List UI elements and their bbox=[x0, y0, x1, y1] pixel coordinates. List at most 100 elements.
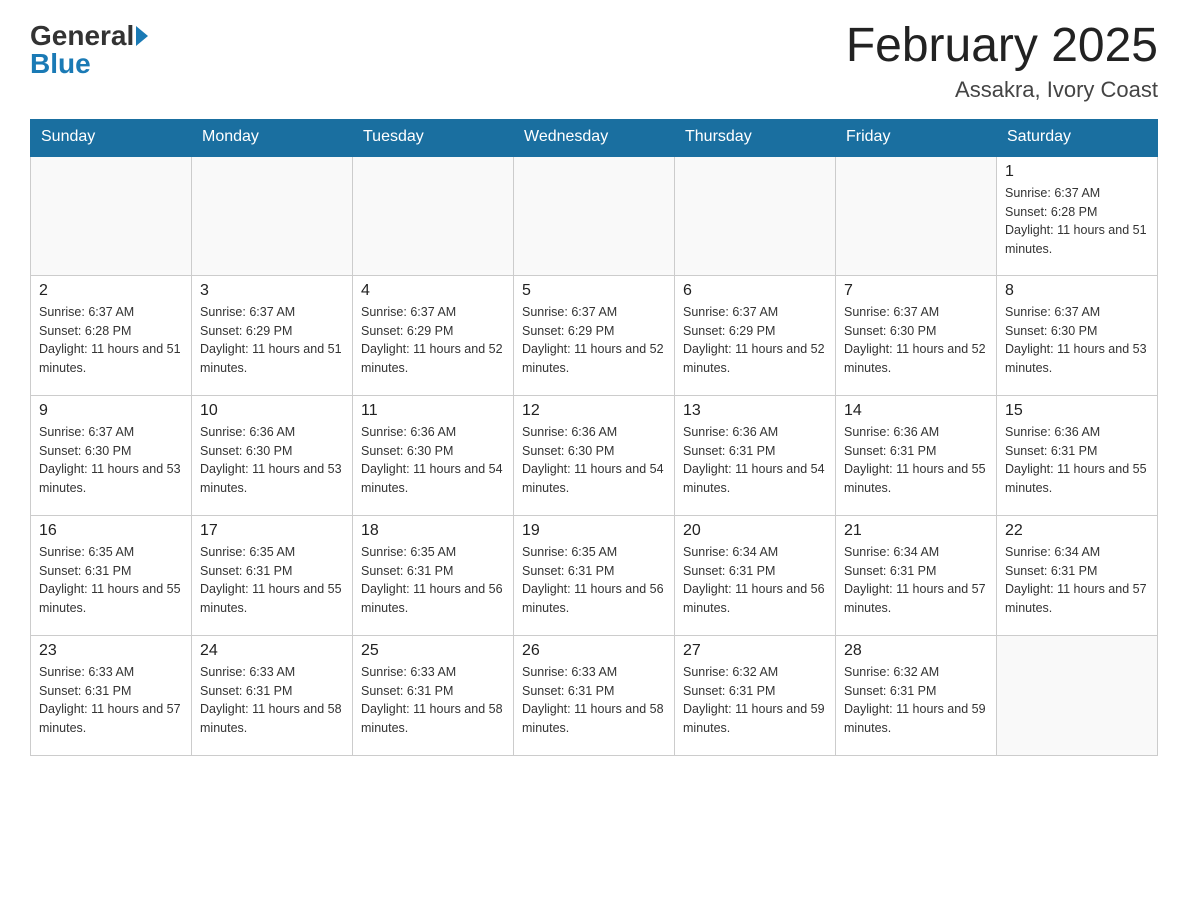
sun-info: Sunrise: 6:35 AM Sunset: 6:31 PM Dayligh… bbox=[522, 543, 666, 618]
day-number: 7 bbox=[844, 282, 988, 300]
sun-info: Sunrise: 6:34 AM Sunset: 6:31 PM Dayligh… bbox=[683, 543, 827, 618]
calendar-cell bbox=[353, 155, 514, 275]
sun-info: Sunrise: 6:34 AM Sunset: 6:31 PM Dayligh… bbox=[844, 543, 988, 618]
weekday-header-sunday: Sunday bbox=[31, 119, 192, 155]
calendar-cell: 21 Sunrise: 6:34 AM Sunset: 6:31 PM Dayli… bbox=[836, 515, 997, 635]
sun-info: Sunrise: 6:32 AM Sunset: 6:31 PM Dayligh… bbox=[683, 663, 827, 738]
day-number: 19 bbox=[522, 522, 666, 540]
weekday-header-saturday: Saturday bbox=[997, 119, 1158, 155]
day-number: 15 bbox=[1005, 402, 1149, 420]
weekday-header-thursday: Thursday bbox=[675, 119, 836, 155]
sun-info: Sunrise: 6:33 AM Sunset: 6:31 PM Dayligh… bbox=[39, 663, 183, 738]
day-number: 25 bbox=[361, 642, 505, 660]
day-number: 27 bbox=[683, 642, 827, 660]
weekday-header-monday: Monday bbox=[192, 119, 353, 155]
day-number: 10 bbox=[200, 402, 344, 420]
calendar-cell: 27 Sunrise: 6:32 AM Sunset: 6:31 PM Dayli… bbox=[675, 635, 836, 755]
sun-info: Sunrise: 6:34 AM Sunset: 6:31 PM Dayligh… bbox=[1005, 543, 1149, 618]
calendar-cell: 5 Sunrise: 6:37 AM Sunset: 6:29 PM Daylig… bbox=[514, 275, 675, 395]
calendar-cell: 28Sunrise: 6:32 AM Sunset: 6:31 PM Dayli… bbox=[836, 635, 997, 755]
sun-info: Sunrise: 6:36 AM Sunset: 6:30 PM Dayligh… bbox=[200, 423, 344, 498]
calendar-cell bbox=[675, 155, 836, 275]
calendar-cell: 13Sunrise: 6:36 AM Sunset: 6:31 PM Dayli… bbox=[675, 395, 836, 515]
calendar-cell: 1 Sunrise: 6:37 AM Sunset: 6:28 PM Daylig… bbox=[997, 155, 1158, 275]
calendar-cell: 10 Sunrise: 6:36 AM Sunset: 6:30 PM Dayli… bbox=[192, 395, 353, 515]
calendar-cell: 3 Sunrise: 6:37 AM Sunset: 6:29 PM Daylig… bbox=[192, 275, 353, 395]
calendar-week-row: 23 Sunrise: 6:33 AM Sunset: 6:31 PM Dayli… bbox=[31, 635, 1158, 755]
sun-info: Sunrise: 6:37 AM Sunset: 6:28 PM Dayligh… bbox=[1005, 184, 1149, 259]
calendar-cell: 16 Sunrise: 6:35 AM Sunset: 6:31 PM Dayli… bbox=[31, 515, 192, 635]
calendar-cell: 6 Sunrise: 6:37 AM Sunset: 6:29 PM Daylig… bbox=[675, 275, 836, 395]
sun-info: Sunrise: 6:37 AM Sunset: 6:28 PM Dayligh… bbox=[39, 303, 183, 378]
weekday-header-tuesday: Tuesday bbox=[353, 119, 514, 155]
calendar-cell: 7Sunrise: 6:37 AM Sunset: 6:30 PM Daylig… bbox=[836, 275, 997, 395]
sun-info: Sunrise: 6:37 AM Sunset: 6:29 PM Dayligh… bbox=[522, 303, 666, 378]
sun-info: Sunrise: 6:32 AM Sunset: 6:31 PM Dayligh… bbox=[844, 663, 988, 738]
weekday-header-friday: Friday bbox=[836, 119, 997, 155]
day-number: 12 bbox=[522, 402, 666, 420]
calendar-cell: 22Sunrise: 6:34 AM Sunset: 6:31 PM Dayli… bbox=[997, 515, 1158, 635]
calendar-cell: 25 Sunrise: 6:33 AM Sunset: 6:31 PM Dayli… bbox=[353, 635, 514, 755]
calendar-cell: 11 Sunrise: 6:36 AM Sunset: 6:30 PM Dayli… bbox=[353, 395, 514, 515]
calendar-week-row: 1 Sunrise: 6:37 AM Sunset: 6:28 PM Daylig… bbox=[31, 155, 1158, 275]
calendar-cell bbox=[514, 155, 675, 275]
day-number: 2 bbox=[39, 282, 183, 300]
weekday-header-wednesday: Wednesday bbox=[514, 119, 675, 155]
calendar-cell: 26 Sunrise: 6:33 AM Sunset: 6:31 PM Dayli… bbox=[514, 635, 675, 755]
sun-info: Sunrise: 6:35 AM Sunset: 6:31 PM Dayligh… bbox=[361, 543, 505, 618]
day-number: 16 bbox=[39, 522, 183, 540]
calendar-cell: 9 Sunrise: 6:37 AM Sunset: 6:30 PM Daylig… bbox=[31, 395, 192, 515]
sun-info: Sunrise: 6:37 AM Sunset: 6:30 PM Dayligh… bbox=[1005, 303, 1149, 378]
calendar-table: SundayMondayTuesdayWednesdayThursdayFrid… bbox=[30, 119, 1158, 756]
calendar-cell: 20 Sunrise: 6:34 AM Sunset: 6:31 PM Dayli… bbox=[675, 515, 836, 635]
day-number: 4 bbox=[361, 282, 505, 300]
calendar-cell: 4Sunrise: 6:37 AM Sunset: 6:29 PM Daylig… bbox=[353, 275, 514, 395]
day-number: 14 bbox=[844, 402, 988, 420]
calendar-cell bbox=[836, 155, 997, 275]
calendar-cell bbox=[31, 155, 192, 275]
logo-arrow-icon bbox=[136, 26, 148, 46]
sun-info: Sunrise: 6:37 AM Sunset: 6:29 PM Dayligh… bbox=[200, 303, 344, 378]
calendar-cell: 17Sunrise: 6:35 AM Sunset: 6:31 PM Dayli… bbox=[192, 515, 353, 635]
sun-info: Sunrise: 6:37 AM Sunset: 6:29 PM Dayligh… bbox=[683, 303, 827, 378]
calendar-cell: 2 Sunrise: 6:37 AM Sunset: 6:28 PM Daylig… bbox=[31, 275, 192, 395]
calendar-cell: 15 Sunrise: 6:36 AM Sunset: 6:31 PM Dayli… bbox=[997, 395, 1158, 515]
calendar-cell: 12 Sunrise: 6:36 AM Sunset: 6:30 PM Dayli… bbox=[514, 395, 675, 515]
calendar-week-row: 9 Sunrise: 6:37 AM Sunset: 6:30 PM Daylig… bbox=[31, 395, 1158, 515]
day-number: 6 bbox=[683, 282, 827, 300]
calendar-cell bbox=[997, 635, 1158, 755]
sun-info: Sunrise: 6:33 AM Sunset: 6:31 PM Dayligh… bbox=[361, 663, 505, 738]
day-number: 3 bbox=[200, 282, 344, 300]
calendar-cell: 23 Sunrise: 6:33 AM Sunset: 6:31 PM Dayli… bbox=[31, 635, 192, 755]
day-number: 17 bbox=[200, 522, 344, 540]
sun-info: Sunrise: 6:37 AM Sunset: 6:30 PM Dayligh… bbox=[39, 423, 183, 498]
month-title: February 2025 bbox=[846, 20, 1158, 73]
calendar-week-row: 16 Sunrise: 6:35 AM Sunset: 6:31 PM Dayli… bbox=[31, 515, 1158, 635]
day-number: 13 bbox=[683, 402, 827, 420]
calendar-cell: 18 Sunrise: 6:35 AM Sunset: 6:31 PM Dayli… bbox=[353, 515, 514, 635]
sun-info: Sunrise: 6:33 AM Sunset: 6:31 PM Dayligh… bbox=[200, 663, 344, 738]
day-number: 21 bbox=[844, 522, 988, 540]
day-number: 20 bbox=[683, 522, 827, 540]
day-number: 11 bbox=[361, 402, 505, 420]
day-number: 18 bbox=[361, 522, 505, 540]
logo-blue-word: Blue bbox=[30, 48, 91, 80]
calendar-cell: 8Sunrise: 6:37 AM Sunset: 6:30 PM Daylig… bbox=[997, 275, 1158, 395]
sun-info: Sunrise: 6:33 AM Sunset: 6:31 PM Dayligh… bbox=[522, 663, 666, 738]
title-area: February 2025 Assakra, Ivory Coast bbox=[846, 20, 1158, 103]
day-number: 26 bbox=[522, 642, 666, 660]
sun-info: Sunrise: 6:36 AM Sunset: 6:31 PM Dayligh… bbox=[1005, 423, 1149, 498]
day-number: 1 bbox=[1005, 163, 1149, 181]
weekday-header-row: SundayMondayTuesdayWednesdayThursdayFrid… bbox=[31, 119, 1158, 155]
calendar-cell: 19 Sunrise: 6:35 AM Sunset: 6:31 PM Dayli… bbox=[514, 515, 675, 635]
calendar-cell: 24 Sunrise: 6:33 AM Sunset: 6:31 PM Dayli… bbox=[192, 635, 353, 755]
day-number: 23 bbox=[39, 642, 183, 660]
day-number: 24 bbox=[200, 642, 344, 660]
calendar-week-row: 2 Sunrise: 6:37 AM Sunset: 6:28 PM Daylig… bbox=[31, 275, 1158, 395]
sun-info: Sunrise: 6:36 AM Sunset: 6:30 PM Dayligh… bbox=[361, 423, 505, 498]
sun-info: Sunrise: 6:36 AM Sunset: 6:30 PM Dayligh… bbox=[522, 423, 666, 498]
day-number: 9 bbox=[39, 402, 183, 420]
day-number: 5 bbox=[522, 282, 666, 300]
sun-info: Sunrise: 6:35 AM Sunset: 6:31 PM Dayligh… bbox=[39, 543, 183, 618]
logo: General Blue bbox=[30, 20, 148, 80]
